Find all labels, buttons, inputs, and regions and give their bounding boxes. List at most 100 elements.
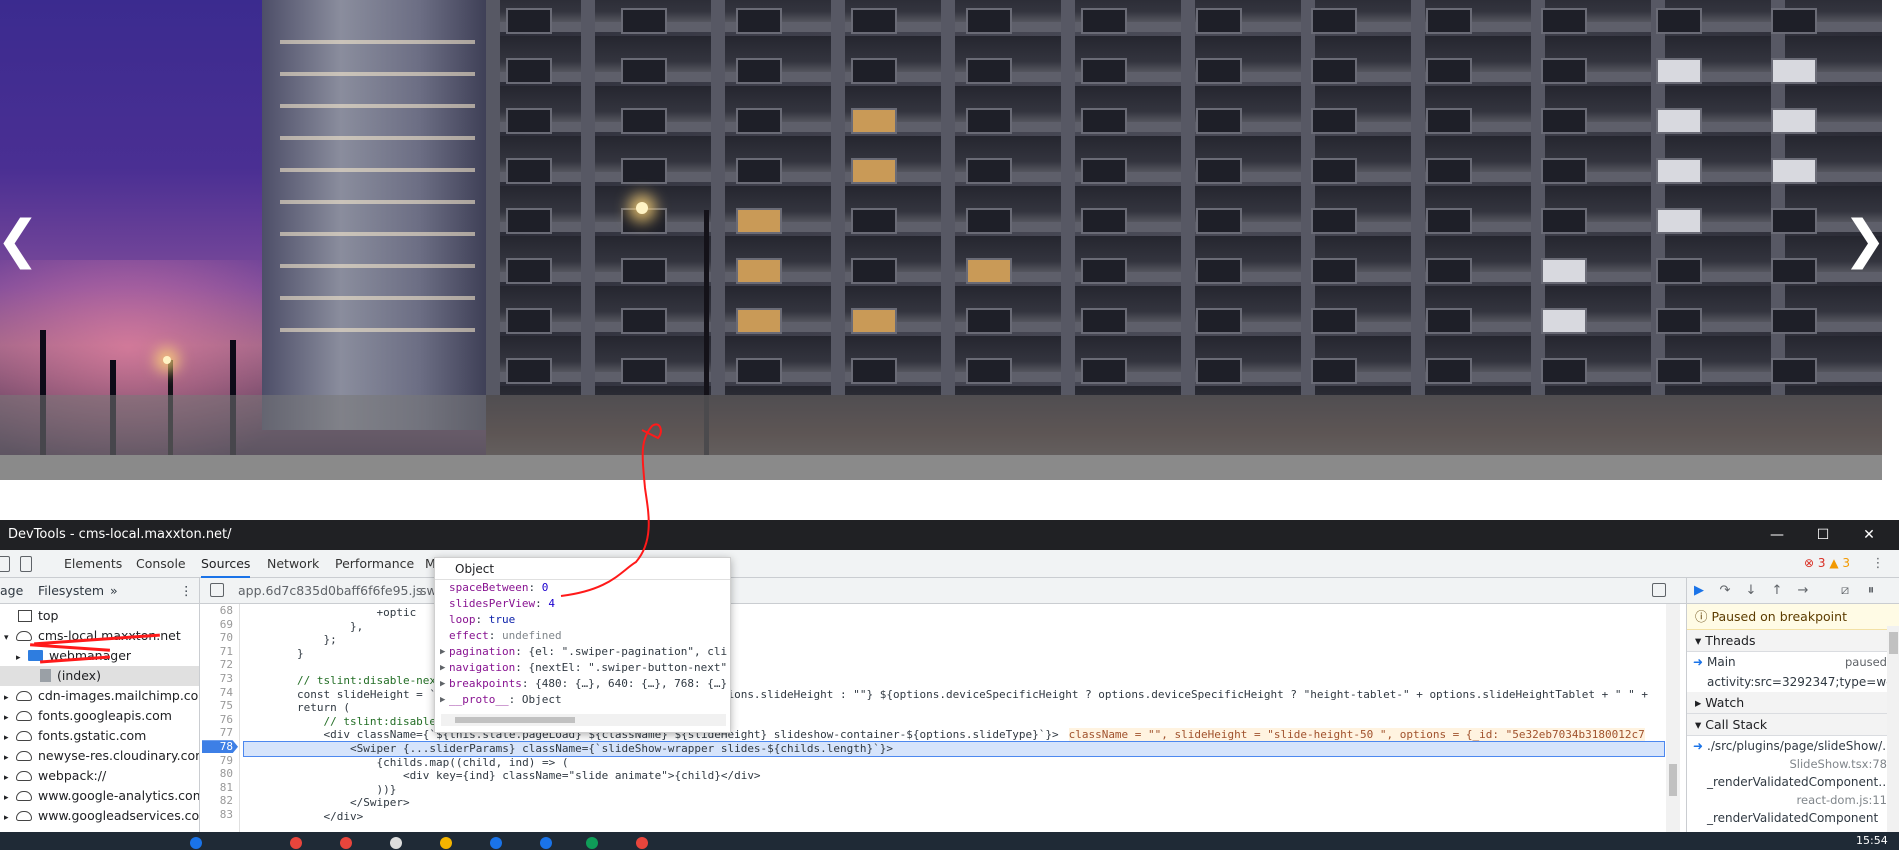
call-frame[interactable]: _renderValidatedComponent… <box>1687 772 1899 792</box>
toggle-debugger-icon[interactable] <box>1652 583 1666 597</box>
pause-on-exceptions-icon[interactable]: ⏸ <box>1863 583 1879 599</box>
taskbar-app-icon[interactable] <box>586 837 598 849</box>
expand-caret-icon[interactable]: ▶ <box>440 644 445 660</box>
line-number[interactable]: 82 <box>220 794 233 808</box>
line-number[interactable]: 83 <box>220 808 233 822</box>
taskbar-app-icon[interactable] <box>636 837 648 849</box>
deactivate-breakpoints-icon[interactable]: ⧄ <box>1837 583 1853 599</box>
taskbar-app-icon[interactable] <box>490 837 502 849</box>
close-button[interactable]: ✕ <box>1846 520 1892 550</box>
watch-section-header[interactable]: ▸ Watch <box>1687 692 1899 714</box>
code-text: +optic <box>244 606 417 619</box>
object-property-row[interactable]: ▶ __proto__: Object <box>435 692 730 708</box>
tree-item[interactable]: ▸ www.googleadservices.com <box>0 806 199 828</box>
line-number[interactable]: 73 <box>220 672 233 686</box>
taskbar-app-icon[interactable] <box>440 837 452 849</box>
tree-caret-icon[interactable]: ▸ <box>4 808 16 828</box>
taskbar-app-icon[interactable] <box>290 837 302 849</box>
call-frame[interactable]: _renderValidatedComponent <box>1687 808 1899 828</box>
line-number[interactable]: 76 <box>220 713 233 727</box>
tree-item[interactable]: ▸ webpack:// <box>0 766 106 786</box>
tree-caret-icon[interactable]: ▸ <box>4 728 16 748</box>
tab-performance[interactable]: Performance <box>335 550 414 578</box>
tree-item[interactable]: ▸ cdn-images.mailchimp.com <box>0 686 199 708</box>
tab-page[interactable]: age <box>0 578 23 604</box>
step-over-icon[interactable]: ↷ <box>1717 583 1733 599</box>
inspect-element-icon[interactable] <box>0 556 10 572</box>
tree-item[interactable]: ▸ www.google-analytics.com <box>0 786 199 808</box>
more-options-icon[interactable]: ⋮ <box>1870 556 1886 572</box>
line-number[interactable]: 71 <box>220 645 233 659</box>
slideshow-prev-button[interactable]: ❮ <box>0 210 40 270</box>
expand-caret-icon[interactable]: ▶ <box>440 676 445 692</box>
tab-sources[interactable]: Sources <box>201 550 251 578</box>
line-number[interactable]: 75 <box>220 699 233 713</box>
popover-scrollbar[interactable] <box>441 714 726 726</box>
navigator-menu-icon[interactable]: ⋮ <box>180 578 193 604</box>
error-count-badge[interactable]: ⊗ 3 ▲ 3 <box>1804 556 1850 570</box>
minimize-button[interactable]: — <box>1754 520 1800 550</box>
building-window <box>966 208 1012 234</box>
toggle-navigator-icon[interactable] <box>210 583 224 597</box>
device-toolbar-icon[interactable] <box>20 556 32 572</box>
tree-item[interactable]: ▸ fonts.gstatic.com <box>0 726 146 746</box>
object-property-row[interactable]: ▶ pagination: {el: ".swiper-pagination", … <box>435 644 730 660</box>
taskbar-app-icon[interactable] <box>540 837 552 849</box>
line-number[interactable]: 78 <box>220 740 233 754</box>
tree-item[interactable]: top <box>0 606 58 626</box>
line-number[interactable]: 80 <box>220 767 233 781</box>
tree-caret-icon[interactable]: ▸ <box>4 708 16 728</box>
step-into-icon[interactable]: ↓ <box>1743 583 1759 599</box>
expand-caret-icon[interactable]: ▶ <box>440 692 445 708</box>
call-frame[interactable]: ➜ ./src/plugins/page/slideShow/… <box>1687 736 1899 756</box>
property-key: pagination <box>449 645 516 658</box>
building-window <box>621 108 667 134</box>
tree-caret-icon[interactable]: ▸ <box>4 768 16 788</box>
code-text: // tslint:disable- <box>244 714 443 728</box>
taskbar-app-icon[interactable] <box>340 837 352 849</box>
tree-item[interactable]: ▸ newyse-res.cloudinary.com <box>0 746 200 768</box>
line-number[interactable]: 68 <box>220 604 233 618</box>
tree-caret-icon[interactable]: ▸ <box>4 688 16 708</box>
editor-scrollbar[interactable] <box>1666 604 1680 832</box>
line-number[interactable]: 77 <box>220 726 233 740</box>
call-stack-section-header[interactable]: ▾ Call Stack <box>1687 714 1899 736</box>
object-property-row[interactable]: ▶ breakpoints: {480: {…}, 640: {…}, 768: … <box>435 676 730 692</box>
tree-caret-icon[interactable]: ▸ <box>16 648 28 668</box>
slideshow-next-button[interactable]: ❯ <box>1843 210 1882 270</box>
editor-tab-app-js[interactable]: app.6d7c835d0baff6f6fe95.js <box>238 578 422 604</box>
line-number[interactable]: 81 <box>220 781 233 795</box>
expand-caret-icon[interactable]: ▶ <box>440 660 445 676</box>
line-number[interactable]: 79 <box>220 754 233 768</box>
tree-caret-icon[interactable]: ▸ <box>4 748 16 768</box>
tree-caret-icon[interactable]: ▸ <box>4 788 16 808</box>
tab-console[interactable]: Console <box>136 550 186 578</box>
tree-item[interactable]: ▸ fonts.googleapis.com <box>0 706 172 726</box>
resume-icon[interactable]: ▶ <box>1691 583 1707 599</box>
thread-activity[interactable]: activity:src=3292347;type=we… <box>1687 672 1899 692</box>
taskbar-app-icon[interactable] <box>390 837 402 849</box>
tab-network[interactable]: Network <box>267 550 319 578</box>
threads-section-header[interactable]: ▾ Threads <box>1687 630 1899 652</box>
line-number[interactable]: 69 <box>220 618 233 632</box>
tree-item[interactable]: ▸ webmanager <box>0 646 131 666</box>
building-window <box>851 58 897 84</box>
tree-item[interactable]: (index) <box>0 666 199 686</box>
line-number[interactable]: 74 <box>220 686 233 700</box>
tree-item-label: newyse-res.cloudinary.com <box>38 748 200 763</box>
step-out-icon[interactable]: ↑ <box>1769 583 1785 599</box>
taskbar-app-icon[interactable] <box>190 837 202 849</box>
os-taskbar: 15:54 <box>0 832 1899 850</box>
line-number[interactable]: 70 <box>220 631 233 645</box>
tree-caret-icon[interactable]: ▾ <box>4 628 16 648</box>
line-number[interactable]: 72 <box>220 658 233 672</box>
maximize-button[interactable]: ☐ <box>1800 520 1846 550</box>
thread-main[interactable]: ➜ Main paused <box>1687 652 1899 672</box>
tab-filesystem[interactable]: Filesystem <box>38 578 104 604</box>
building-window <box>1771 108 1817 134</box>
object-property-row[interactable]: ▶ navigation: {nextEl: ".swiper-button-ne… <box>435 660 730 676</box>
step-icon[interactable]: → <box>1795 583 1811 599</box>
more-tabs-icon[interactable]: » <box>110 578 118 604</box>
debugger-scrollbar[interactable] <box>1887 626 1899 832</box>
tab-elements[interactable]: Elements <box>64 550 122 578</box>
